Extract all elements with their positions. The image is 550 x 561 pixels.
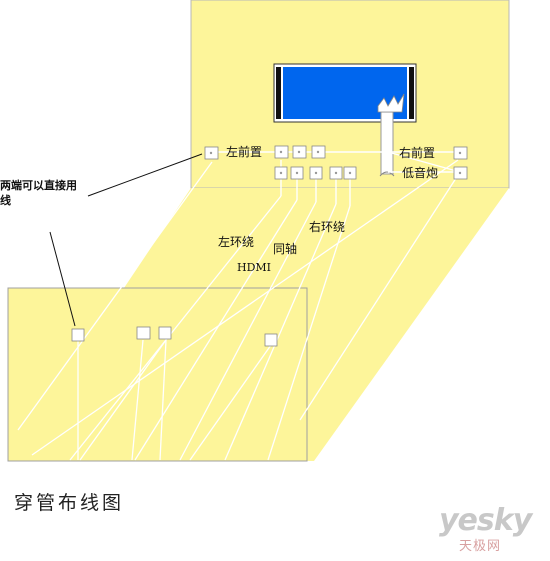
watermark-logo: yesky: [439, 503, 532, 538]
diagram-title: 穿管布线图: [14, 492, 125, 514]
label-coaxial: 同轴: [273, 242, 298, 256]
socket-cabinet-1: [71, 328, 85, 342]
label-right-surround: 右环绕: [309, 220, 346, 234]
label-hdmi: HDMI: [237, 261, 272, 274]
watermark-sub: 天极网: [459, 539, 502, 554]
socket-cabinet-4: [264, 333, 278, 347]
label-left-front: 左前置: [226, 145, 263, 159]
tv-screen: [273, 63, 417, 123]
socket-cabinet-3: [158, 326, 172, 340]
label-right-front: 右前置: [399, 146, 436, 160]
wiring-diagram: [7, 0, 510, 462]
label-subwoofer: 低音炮: [402, 166, 439, 180]
direct-wire-note: 两端可以直接用线: [0, 179, 77, 207]
label-left-surround: 左环绕: [218, 235, 255, 249]
socket-cabinet-2: [136, 326, 151, 340]
